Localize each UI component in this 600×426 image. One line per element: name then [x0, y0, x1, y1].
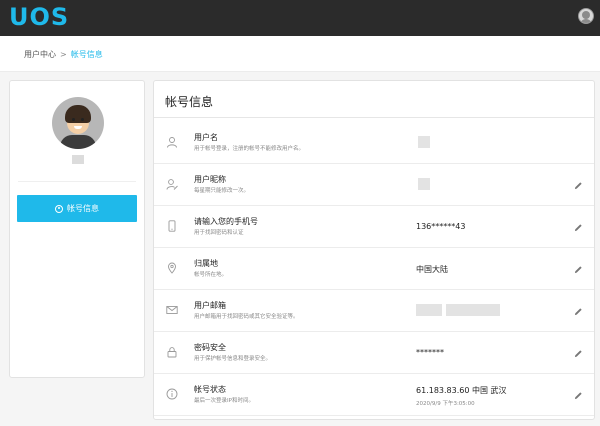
uos-logo[interactable]: UOS	[9, 4, 69, 30]
info-icon	[166, 388, 178, 400]
sidebar-item-account-info[interactable]: 帐号信息	[17, 195, 137, 222]
edit-icon[interactable]	[574, 181, 583, 190]
row-label: 用户昵称	[194, 175, 226, 184]
breadcrumb-separator: >	[60, 50, 67, 59]
email-blurred	[446, 304, 500, 316]
row-label: 用户名	[194, 133, 218, 142]
avatar[interactable]	[52, 97, 104, 149]
location-icon	[168, 262, 176, 274]
row-desc: 用于帐号登录，注册的帐号不能修改用户名。	[194, 146, 305, 152]
user-avatar-icon[interactable]	[578, 8, 594, 24]
row-account-status: 帐号状态 最后一次登录IP和时间。 61.183.83.60 中国 武汉 202…	[154, 375, 594, 416]
row-username: 用户名 用于帐号登录，注册的帐号不能修改用户名。	[154, 123, 594, 164]
region-value: 中国大陆	[416, 265, 448, 274]
breadcrumb-home[interactable]: 用户中心	[24, 50, 56, 59]
username-blurred	[72, 155, 84, 164]
edit-icon[interactable]	[574, 223, 583, 232]
breadcrumb-current: 帐号信息	[70, 50, 103, 59]
edit-icon[interactable]	[574, 391, 583, 400]
divider	[154, 117, 594, 118]
phone-icon	[168, 220, 176, 232]
row-email: 用户邮箱 用户邮箱用于找回密码或其它安全验证等。	[154, 291, 594, 332]
user-circle-icon	[55, 204, 63, 213]
sidebar-item-label: 帐号信息	[67, 204, 99, 213]
row-label: 密码安全	[194, 343, 226, 352]
breadcrumb-bar: 用户中心 > 帐号信息	[0, 36, 600, 72]
breadcrumb: 用户中心 > 帐号信息	[24, 49, 103, 60]
profile-sidebar: 帐号信息	[9, 80, 145, 378]
edit-icon[interactable]	[574, 307, 583, 316]
mail-icon	[166, 306, 178, 314]
top-bar: UOS	[0, 0, 600, 36]
row-desc: 用于找回密码和认证	[194, 230, 244, 236]
row-phone: 请输入您的手机号 用于找回密码和认证 136******43	[154, 207, 594, 248]
page-title: 帐号信息	[165, 95, 214, 109]
edit-icon[interactable]	[574, 265, 583, 274]
account-info-panel: 帐号信息 用户名 用于帐号登录，注册的帐号不能修改用户名。 用户昵称 每星期只能…	[153, 80, 595, 420]
email-blurred	[416, 304, 442, 316]
last-login-ip: 61.183.83.60 中国 武汉	[416, 386, 507, 395]
row-label: 请输入您的手机号	[194, 217, 258, 226]
row-region: 归属地 帐号所在地。 中国大陆	[154, 249, 594, 290]
row-label: 归属地	[194, 259, 218, 268]
row-desc: 用户邮箱用于找回密码或其它安全验证等。	[194, 314, 299, 320]
edit-icon[interactable]	[574, 349, 583, 358]
nickname-blurred	[418, 178, 430, 190]
row-label: 用户邮箱	[194, 301, 226, 310]
last-login-time: 2020/9/9 下午3:05:00	[416, 401, 475, 407]
row-desc: 帐号所在地。	[194, 272, 228, 278]
row-desc: 最后一次登录IP和时间。	[194, 398, 254, 404]
user-icon	[167, 137, 177, 148]
row-nickname: 用户昵称 每星期只能修改一次。	[154, 165, 594, 206]
row-label: 帐号状态	[194, 385, 226, 394]
lock-icon	[167, 347, 177, 358]
username-blurred	[418, 136, 430, 148]
phone-value: 136******43	[416, 222, 466, 231]
password-value: *******	[416, 348, 444, 357]
user-edit-icon	[166, 179, 178, 190]
row-desc: 每星期只能修改一次。	[194, 188, 250, 194]
row-password: 密码安全 用于保护帐号信息和登录安全。 *******	[154, 333, 594, 374]
row-desc: 用于保护帐号信息和登录安全。	[194, 356, 272, 362]
divider	[18, 181, 136, 182]
